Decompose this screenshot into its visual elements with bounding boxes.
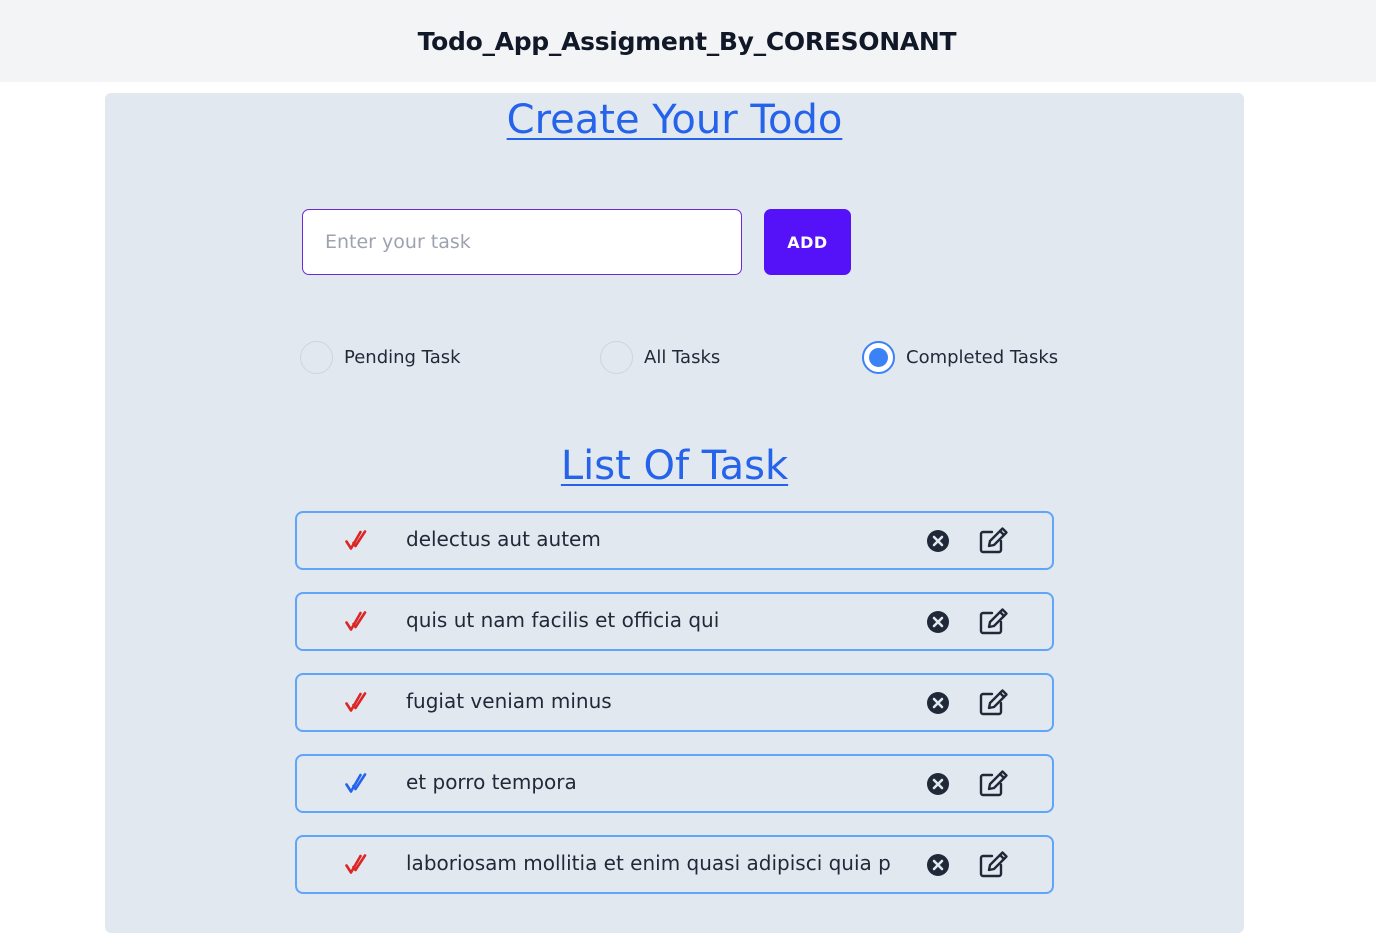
- double-check-icon[interactable]: [345, 529, 367, 553]
- double-check-icon[interactable]: [345, 853, 367, 877]
- app-header: Todo_App_Assigment_By_CORESONANT: [0, 0, 1376, 82]
- task-input[interactable]: [302, 209, 742, 275]
- create-todo-heading: Create Your Todo: [506, 97, 843, 143]
- list-heading: List Of Task: [560, 443, 789, 489]
- task-row: laboriosam mollitia et enim quasi adipis…: [295, 835, 1054, 894]
- edit-icon[interactable]: [979, 688, 1009, 716]
- filter-all-label: All Tasks: [644, 347, 721, 368]
- radio-pending[interactable]: [300, 341, 333, 374]
- task-row: et porro tempora: [295, 754, 1054, 813]
- filter-pending[interactable]: Pending Task: [300, 341, 461, 374]
- task-text: quis ut nam facilis et officia qui: [406, 608, 720, 632]
- edit-icon[interactable]: [979, 769, 1009, 797]
- double-check-icon[interactable]: [345, 610, 367, 634]
- task-row: fugiat veniam minus: [295, 673, 1054, 732]
- filter-completed[interactable]: Completed Tasks: [862, 341, 1058, 374]
- delete-circle-icon[interactable]: [926, 772, 950, 796]
- delete-circle-icon[interactable]: [926, 691, 950, 715]
- app-title: Todo_App_Assigment_By_CORESONANT: [417, 26, 957, 56]
- task-list: delectus aut autem quis ut nam facilis e…: [295, 511, 1054, 916]
- edit-icon[interactable]: [979, 607, 1009, 635]
- edit-icon[interactable]: [979, 526, 1009, 554]
- task-text: et porro tempora: [406, 770, 577, 794]
- radio-all[interactable]: [600, 341, 633, 374]
- edit-icon[interactable]: [979, 850, 1009, 878]
- delete-circle-icon[interactable]: [926, 853, 950, 877]
- radio-completed[interactable]: [862, 341, 895, 374]
- task-row: delectus aut autem: [295, 511, 1054, 570]
- filter-all[interactable]: All Tasks: [600, 341, 720, 374]
- todo-panel: Create Your Todo ADD Pending Task All Ta…: [105, 93, 1244, 933]
- task-row: quis ut nam facilis et officia qui: [295, 592, 1054, 651]
- filter-completed-label: Completed Tasks: [906, 347, 1059, 368]
- double-check-icon[interactable]: [345, 691, 367, 715]
- task-text: fugiat veniam minus: [406, 689, 612, 713]
- filter-pending-label: Pending Task: [344, 347, 461, 368]
- delete-circle-icon[interactable]: [926, 529, 950, 553]
- double-check-icon[interactable]: [345, 772, 367, 796]
- delete-circle-icon[interactable]: [926, 610, 950, 634]
- task-text: delectus aut autem: [406, 527, 601, 551]
- task-text: laboriosam mollitia et enim quasi adipis…: [406, 851, 890, 875]
- add-button[interactable]: ADD: [764, 209, 851, 275]
